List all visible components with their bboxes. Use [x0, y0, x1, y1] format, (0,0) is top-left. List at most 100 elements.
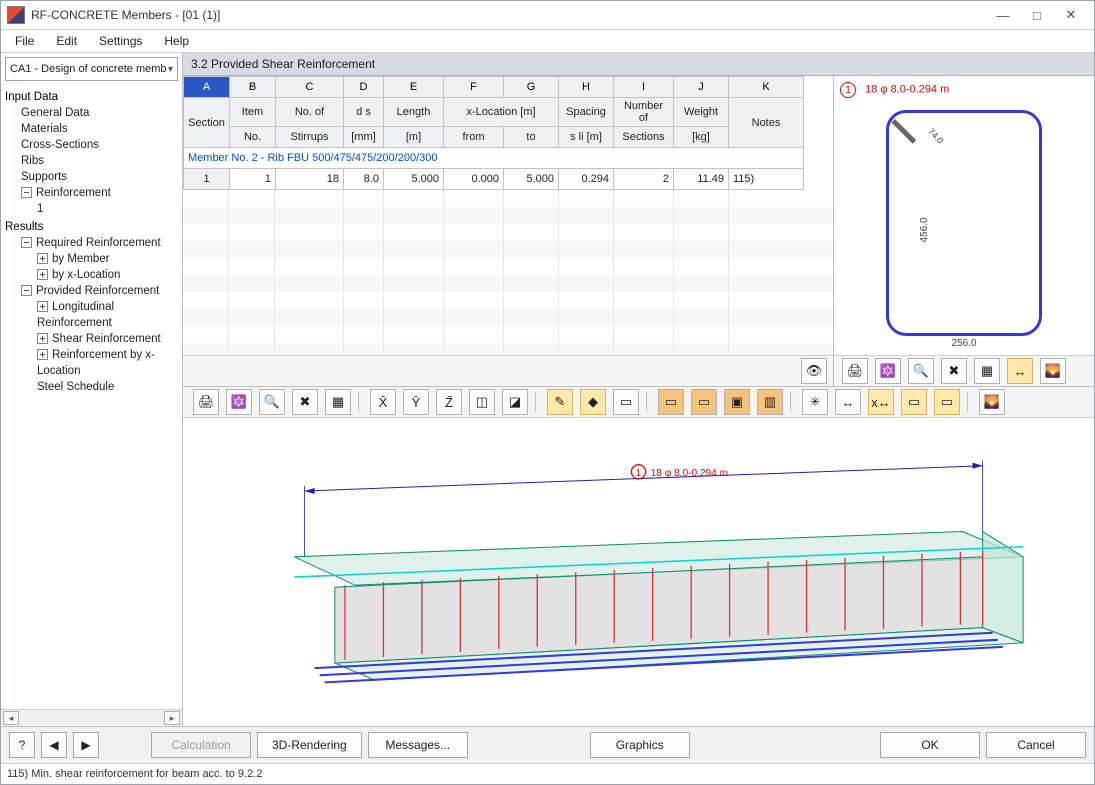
col-header-G[interactable]: G — [504, 77, 559, 98]
view-iso2-icon[interactable]: ◪ — [502, 389, 528, 415]
print-icon[interactable]: 🖨 — [193, 389, 219, 415]
help-button[interactable]: ? — [9, 732, 35, 758]
expander-plus-icon[interactable] — [37, 269, 48, 280]
col-header-I[interactable]: I — [614, 77, 674, 98]
render-mode-icon[interactable]: 🌄 — [1040, 358, 1066, 384]
col-header-B[interactable]: B — [230, 77, 276, 98]
expander-plus-icon[interactable] — [37, 253, 48, 264]
toggle-1-icon[interactable]: ✎ — [547, 389, 573, 415]
tree-general-data[interactable]: General Data — [5, 105, 178, 121]
find-icon[interactable]: 🔯 — [875, 358, 901, 384]
cell-nsec[interactable]: 2 — [614, 169, 674, 190]
cell-notes[interactable]: 115) — [729, 169, 804, 190]
render-viewport[interactable]: 1 18 φ 8.0-0.294 m — [183, 418, 1094, 726]
cell-stirrups[interactable]: 18 — [276, 169, 344, 190]
tree-ribs[interactable]: Ribs — [5, 153, 178, 169]
col-header-J[interactable]: J — [674, 77, 729, 98]
scroll-right-icon[interactable]: ▸ — [164, 711, 180, 725]
cell-weight[interactable]: 11.49 — [674, 169, 729, 190]
case-selector[interactable]: CA1 - Design of concrete memb ▾ — [5, 57, 178, 81]
toggle-3-icon[interactable]: ▭ — [613, 389, 639, 415]
tree-reinforcement[interactable]: Reinforcement — [5, 185, 178, 201]
expander-icon[interactable] — [21, 187, 32, 198]
cancel-button[interactable]: Cancel — [986, 732, 1086, 758]
dimension-toggle-icon[interactable]: ↔ — [1007, 358, 1033, 384]
3d-rendering-button[interactable]: 3D-Rendering — [257, 732, 362, 758]
expander-icon[interactable] — [21, 237, 32, 248]
view-y-icon[interactable]: Ȳ — [403, 389, 429, 415]
grid-icon[interactable]: ▦ — [974, 358, 1000, 384]
display-3-icon[interactable]: ▣ — [724, 389, 750, 415]
axis-icon[interactable]: ✳ — [802, 389, 828, 415]
expander-plus-icon[interactable] — [37, 301, 48, 312]
menu-settings[interactable]: Settings — [89, 32, 152, 50]
next-button[interactable]: ▶ — [73, 732, 99, 758]
col-header-D[interactable]: D — [344, 77, 384, 98]
expander-icon[interactable] — [21, 285, 32, 296]
col-header-F[interactable]: F — [444, 77, 504, 98]
menu-file[interactable]: File — [5, 32, 44, 50]
view-z-icon[interactable]: Z̄ — [436, 389, 462, 415]
graphics-button[interactable]: Graphics — [590, 732, 690, 758]
zoom-cancel-icon[interactable]: ✖ — [292, 389, 318, 415]
menu-help[interactable]: Help — [154, 32, 199, 50]
expander-plus-icon[interactable] — [37, 349, 48, 360]
tree-supports[interactable]: Supports — [5, 169, 178, 185]
results-table[interactable]: A B C D E F G H I J K — [183, 76, 804, 190]
tree-horizontal-scrollbar[interactable]: ◂ ▸ — [1, 709, 182, 726]
tree-by-x-location[interactable]: by x-Location — [5, 267, 178, 283]
tree-shear-reinforcement[interactable]: Shear Reinforcement — [5, 331, 178, 347]
render-scene-icon[interactable]: 🌄 — [979, 389, 1005, 415]
col-header-A[interactable]: A — [184, 77, 230, 98]
col-header-H[interactable]: H — [559, 77, 614, 98]
cell-from[interactable]: 0.000 — [444, 169, 504, 190]
messages-button[interactable]: Messages... — [368, 732, 468, 758]
maximize-button[interactable]: □ — [1020, 5, 1054, 25]
view-iso-icon[interactable]: ◫ — [469, 389, 495, 415]
cell-ds[interactable]: 8.0 — [344, 169, 384, 190]
dim-toggle-icon[interactable]: ↔ — [835, 389, 861, 415]
label-section-icon[interactable]: ▭ — [901, 389, 927, 415]
zoom-cancel-icon[interactable]: ✖ — [941, 358, 967, 384]
label-x-icon[interactable]: x↔ — [868, 389, 894, 415]
display-2-icon[interactable]: ▭ — [691, 389, 717, 415]
prev-button[interactable]: ◀ — [41, 732, 67, 758]
tree-by-member[interactable]: by Member — [5, 251, 178, 267]
zoom-icon[interactable]: 🔍 — [908, 358, 934, 384]
eye-icon[interactable]: 👁 — [801, 358, 827, 384]
minimize-button[interactable]: — — [986, 5, 1020, 25]
tree-longitudinal-reinforcement[interactable]: Longitudinal Reinforcement — [5, 299, 178, 331]
cell-item[interactable]: 1 — [230, 169, 276, 190]
print-icon[interactable]: 🖨 — [842, 358, 868, 384]
tree-provided-reinforcement[interactable]: Provided Reinforcement — [5, 283, 178, 299]
ok-button[interactable]: OK — [880, 732, 980, 758]
display-1-icon[interactable]: ▭ — [658, 389, 684, 415]
navigator-tree[interactable]: Input Data General Data Materials Cross-… — [1, 85, 182, 709]
calculation-button[interactable]: Calculation — [151, 732, 251, 758]
view-x-icon[interactable]: X̄ — [370, 389, 396, 415]
tree-reinforcement-by-x-location[interactable]: Reinforcement by x-Location — [5, 347, 178, 379]
scroll-left-icon[interactable]: ◂ — [3, 711, 19, 725]
col-header-K[interactable]: K — [729, 77, 804, 98]
cell-to[interactable]: 5.000 — [504, 169, 559, 190]
col-header-C[interactable]: C — [276, 77, 344, 98]
menu-edit[interactable]: Edit — [46, 32, 87, 50]
toggle-2-icon[interactable]: ◆ — [580, 389, 606, 415]
grid-icon[interactable]: ▦ — [325, 389, 351, 415]
expander-plus-icon[interactable] — [37, 333, 48, 344]
tree-materials[interactable]: Materials — [5, 121, 178, 137]
cell-spacing[interactable]: 0.294 — [559, 169, 614, 190]
display-4-icon[interactable]: ▥ — [757, 389, 783, 415]
col-header-E[interactable]: E — [384, 77, 444, 98]
tree-results[interactable]: Results — [5, 219, 178, 235]
tree-reinforcement-1[interactable]: 1 — [5, 201, 178, 217]
cell-length[interactable]: 5.000 — [384, 169, 444, 190]
close-button[interactable]: ✕ — [1054, 5, 1088, 25]
tree-input-data[interactable]: Input Data — [5, 89, 178, 105]
tree-steel-schedule[interactable]: Steel Schedule — [5, 379, 178, 395]
cross-section-view[interactable]: 74.0 456.0 256.0 — [834, 104, 1094, 355]
tree-required-reinforcement[interactable]: Required Reinforcement — [5, 235, 178, 251]
cell-section[interactable]: 1 — [184, 169, 230, 190]
table-row[interactable]: 1 1 18 8.0 5.000 0.000 5.000 0.294 2 11.… — [184, 169, 804, 190]
tree-cross-sections[interactable]: Cross-Sections — [5, 137, 178, 153]
